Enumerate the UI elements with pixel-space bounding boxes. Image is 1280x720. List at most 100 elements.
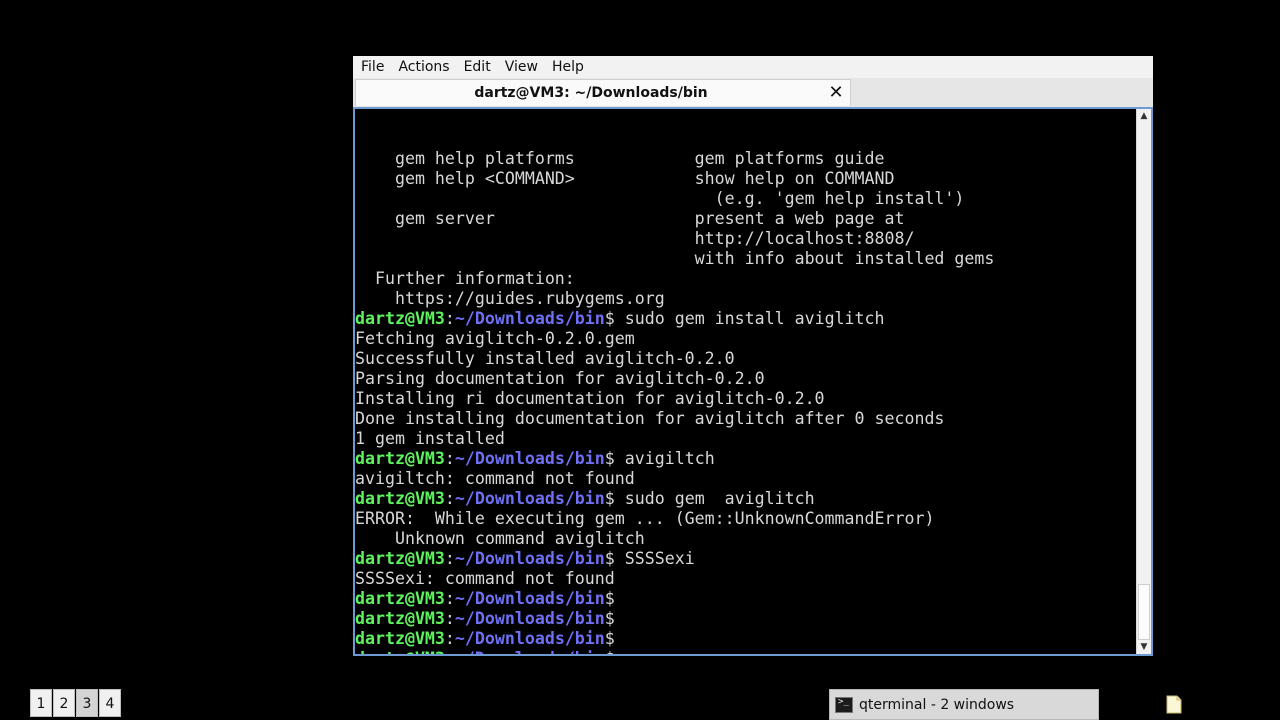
command-text: avigiltch [624,449,715,468]
prompt-separator: : [444,309,455,328]
output-text: gem server present a web page at [355,209,905,228]
terminal-icon [835,696,853,713]
prompt-separator: : [445,649,455,654]
output-text: http://localhost:8808/ [355,229,915,248]
prompt-user-host: dartz@VM3 [355,649,445,654]
terminal-output-line: Done installing documentation for avigli… [355,409,1135,429]
terminal-output-line: 1 gem installed [355,429,1135,449]
workspace-2-button[interactable]: 2 [53,689,75,717]
prompt-user-host: dartz@VM3 [355,609,445,628]
output-text: ERROR: While executing gem ... (Gem::Unk… [355,509,935,528]
command-text: sudo gem install aviglitch [624,309,885,328]
terminal-output[interactable]: gem help platforms gem platforms guide g… [355,109,1135,654]
prompt-symbol: $ [604,309,625,328]
output-text: Parsing documentation for aviglitch-0.2.… [355,369,765,388]
note-icon[interactable] [1164,693,1184,715]
output-text: Unknown command aviglitch [355,529,645,548]
prompt-separator: : [444,449,455,468]
output-text: Fetching aviglitch-0.2.0.gem [355,329,635,348]
terminal-output-line: http://localhost:8808/ [355,229,1135,249]
prompt-path: ~/Downloads/bin [454,549,605,568]
prompt-user-host: dartz@VM3 [355,629,445,648]
terminal-prompt-line: dartz@VM3:~/Downloads/bin$ avigiltch [355,449,1135,469]
prompt-symbol: $ [604,449,625,468]
terminal-output-line: Successfully installed aviglitch-0.2.0 [355,349,1135,369]
workspace-4-button[interactable]: 4 [99,689,121,717]
prompt-separator: : [444,629,455,648]
prompt-path: ~/Downloads/bin [454,489,605,508]
output-text: SSSSexi: command not found [355,569,615,588]
terminal-prompt-line: dartz@VM3:~/Downloads/bin$ [355,649,1135,654]
terminal-prompt-line: dartz@VM3:~/Downloads/bin$ [355,629,1135,649]
vertical-scrollbar[interactable]: ▲ ▼ [1136,109,1151,654]
task-label: qterminal - 2 windows [859,696,1015,713]
terminal-output-line: gem help platforms gem platforms guide [355,149,1135,169]
menu-actions[interactable]: Actions [392,56,455,78]
output-text: Done installing documentation for avigli… [355,409,945,428]
terminal-output-line: https://guides.rubygems.org [355,289,1135,309]
output-text: https://guides.rubygems.org [355,289,665,308]
prompt-path: ~/Downloads/bin [454,449,605,468]
menu-view[interactable]: View [499,56,544,78]
scroll-down-arrow-icon[interactable]: ▼ [1137,640,1151,654]
terminal-lines: gem help platforms gem platforms guide g… [355,149,1135,654]
tab-terminal[interactable]: dartz@VM3: ~/Downloads/bin ✕ [355,79,851,106]
scrollbar-thumb[interactable] [1138,584,1150,640]
prompt-user-host: dartz@VM3 [355,449,445,468]
terminal-output-line: Further information: [355,269,1135,289]
prompt-user-host: dartz@VM3 [355,589,445,608]
prompt-path: ~/Downloads/bin [454,309,605,328]
tab-title: dartz@VM3: ~/Downloads/bin [474,85,708,101]
prompt-symbol: $ [604,609,625,628]
output-text: Further information: [355,269,575,288]
prompt-symbol: $ [604,549,625,568]
workspace-3-button[interactable]: 3 [76,689,98,717]
menu-help[interactable]: Help [546,56,590,78]
terminal-prompt-line: dartz@VM3:~/Downloads/bin$ sudo gem avig… [355,489,1135,509]
terminal-output-line: Parsing documentation for aviglitch-0.2.… [355,369,1135,389]
output-text: 1 gem installed [355,429,505,448]
terminal-output-line: gem help <COMMAND> show help on COMMAND [355,169,1135,189]
terminal-output-line: gem server present a web page at [355,209,1135,229]
scroll-up-arrow-icon[interactable]: ▲ [1137,109,1151,123]
terminal-prompt-line: dartz@VM3:~/Downloads/bin$ sudo gem inst… [355,309,1135,329]
terminal-output-line: Unknown command aviglitch [355,529,1135,549]
workspace-switcher: 1 2 3 4 [30,689,122,719]
output-text: avigiltch: command not found [355,469,635,488]
menu-bar: File Actions Edit View Help [353,56,1153,79]
output-text: Successfully installed aviglitch-0.2.0 [355,349,735,368]
terminal-prompt-line: dartz@VM3:~/Downloads/bin$ [355,609,1135,629]
terminal-output-line: Installing ri documentation for aviglitc… [355,389,1135,409]
prompt-symbol: $ [604,589,625,608]
tab-bar: dartz@VM3: ~/Downloads/bin ✕ [353,78,1153,107]
terminal-output-line: with info about installed gems [355,249,1135,269]
terminal-output-line: SSSSexi: command not found [355,569,1135,589]
command-text: sudo gem aviglitch [624,489,815,508]
prompt-separator: : [444,589,455,608]
menu-edit[interactable]: Edit [458,56,497,78]
prompt-user-host: dartz@VM3 [355,489,445,508]
terminal-output-line: (e.g. 'gem help install') [355,189,1135,209]
terminal-prompt-line: dartz@VM3:~/Downloads/bin$ SSSSexi [355,549,1135,569]
output-text: with info about installed gems [355,249,995,268]
prompt-separator: : [444,489,455,508]
workspace-1-button[interactable]: 1 [30,689,52,717]
prompt-user-host: dartz@VM3 [355,549,445,568]
taskbar-qterminal-button[interactable]: qterminal - 2 windows [829,689,1099,720]
prompt-separator: : [444,609,455,628]
close-icon[interactable]: ✕ [826,83,846,103]
command-text: SSSSexi [624,549,695,568]
prompt-symbol: $ [604,489,625,508]
output-text: Installing ri documentation for aviglitc… [355,389,825,408]
menu-file[interactable]: File [355,56,390,78]
prompt-user-host: dartz@VM3 [355,309,445,328]
output-text: gem help platforms gem platforms guide [355,149,885,168]
terminal-output-line: ERROR: While executing gem ... (Gem::Unk… [355,509,1135,529]
terminal-output-line: Fetching aviglitch-0.2.0.gem [355,329,1135,349]
prompt-path: ~/Downloads/bin [454,589,605,608]
terminal-area[interactable]: gem help platforms gem platforms guide g… [353,107,1153,656]
terminal-window: File Actions Edit View Help dartz@VM3: ~… [353,56,1153,656]
terminal-output-line: avigiltch: command not found [355,469,1135,489]
prompt-path: ~/Downloads/bin [455,649,605,654]
output-text: (e.g. 'gem help install') [355,189,965,208]
